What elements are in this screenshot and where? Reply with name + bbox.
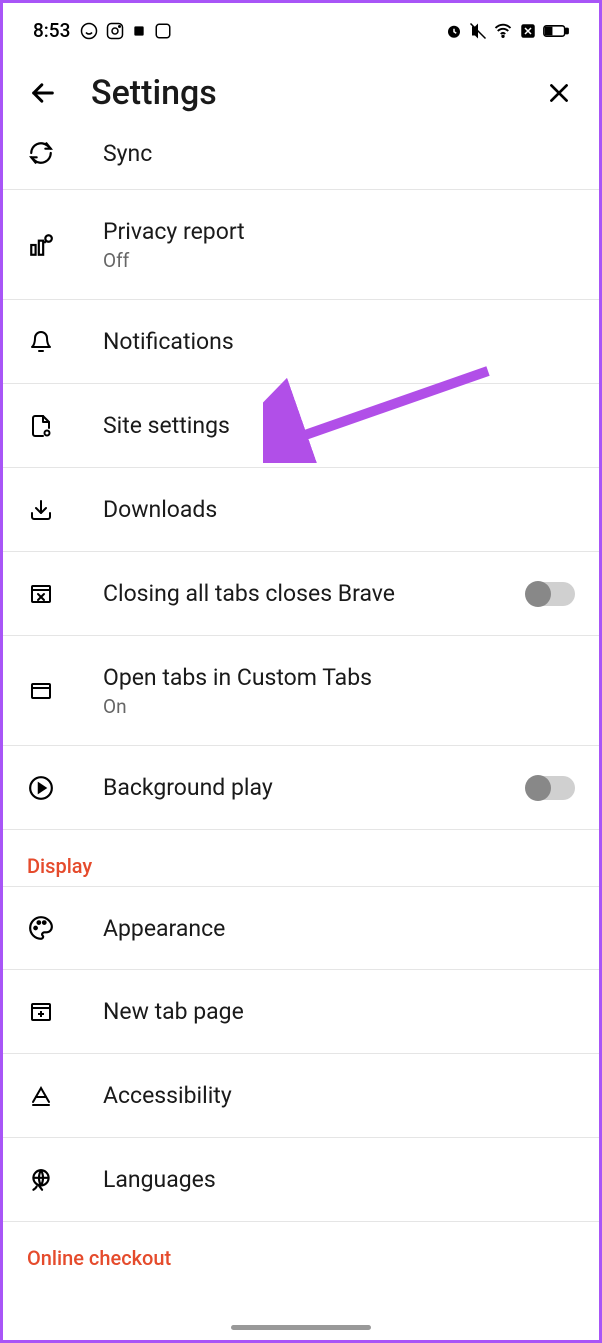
play-icon [27, 774, 55, 802]
section-online-checkout: Online checkout [3, 1222, 599, 1278]
bell-icon [27, 328, 55, 356]
item-label: Appearance [103, 915, 575, 942]
home-indicator[interactable] [231, 1325, 371, 1330]
site-settings-icon [27, 412, 55, 440]
item-label: Background play [103, 774, 479, 801]
app-icon-1 [132, 24, 146, 38]
settings-item-accessibility[interactable]: Accessibility [3, 1054, 599, 1138]
alarm-icon [445, 22, 463, 40]
settings-item-appearance[interactable]: Appearance [3, 886, 599, 970]
app-icon-2 [154, 22, 172, 40]
item-label: Site settings [103, 412, 575, 439]
settings-header: Settings [3, 53, 599, 129]
settings-item-new-tab-page[interactable]: New tab page [3, 970, 599, 1054]
status-right-icons [445, 22, 569, 40]
item-sublabel: Off [103, 249, 575, 272]
accessibility-icon [27, 1082, 55, 1110]
settings-item-sync[interactable]: Sync [3, 129, 599, 190]
page-title: Settings [91, 73, 511, 113]
close-button[interactable] [543, 77, 575, 109]
settings-item-downloads[interactable]: Downloads [3, 468, 599, 552]
settings-item-languages[interactable]: Languages [3, 1138, 599, 1222]
back-arrow-icon [29, 79, 57, 107]
item-label: Open tabs in Custom Tabs [103, 664, 575, 691]
settings-item-notifications[interactable]: Notifications [3, 300, 599, 384]
settings-item-custom-tabs[interactable]: Open tabs in Custom Tabs On [3, 636, 599, 746]
wifi-icon [493, 22, 513, 40]
item-label: Closing all tabs closes Brave [103, 580, 479, 607]
settings-item-background-play[interactable]: Background play [3, 746, 599, 830]
item-label: Downloads [103, 496, 575, 523]
item-label: New tab page [103, 998, 575, 1025]
battery-icon [543, 23, 569, 39]
instagram-icon [106, 22, 124, 40]
mute-icon [469, 22, 487, 40]
download-icon [27, 496, 55, 524]
new-tab-icon [27, 998, 55, 1026]
item-label: Languages [103, 1166, 575, 1193]
settings-list: Sync Privacy report Off Notifications Si… [3, 129, 599, 1278]
status-time: 8:53 [33, 19, 70, 42]
palette-icon [27, 914, 55, 942]
section-display: Display [3, 830, 599, 886]
item-label: Privacy report [103, 218, 575, 245]
sync-icon [27, 139, 55, 167]
settings-item-privacy-report[interactable]: Privacy report Off [3, 190, 599, 300]
closing-tabs-toggle[interactable] [527, 582, 575, 606]
item-sublabel: On [103, 695, 575, 718]
signal-icon [519, 22, 537, 40]
status-left-icons [80, 22, 172, 40]
item-label: Sync [103, 140, 575, 167]
back-button[interactable] [27, 77, 59, 109]
whatsapp-icon [80, 22, 98, 40]
item-label: Notifications [103, 328, 575, 355]
item-label: Accessibility [103, 1082, 575, 1109]
close-tab-icon [27, 580, 55, 608]
background-play-toggle[interactable] [527, 776, 575, 800]
languages-icon [27, 1166, 55, 1194]
close-icon [546, 80, 572, 106]
privacy-report-icon [27, 231, 55, 259]
settings-item-site-settings[interactable]: Site settings [3, 384, 599, 468]
settings-item-closing-tabs[interactable]: Closing all tabs closes Brave [3, 552, 599, 636]
status-bar: 8:53 [3, 3, 599, 53]
tab-icon [27, 677, 55, 705]
